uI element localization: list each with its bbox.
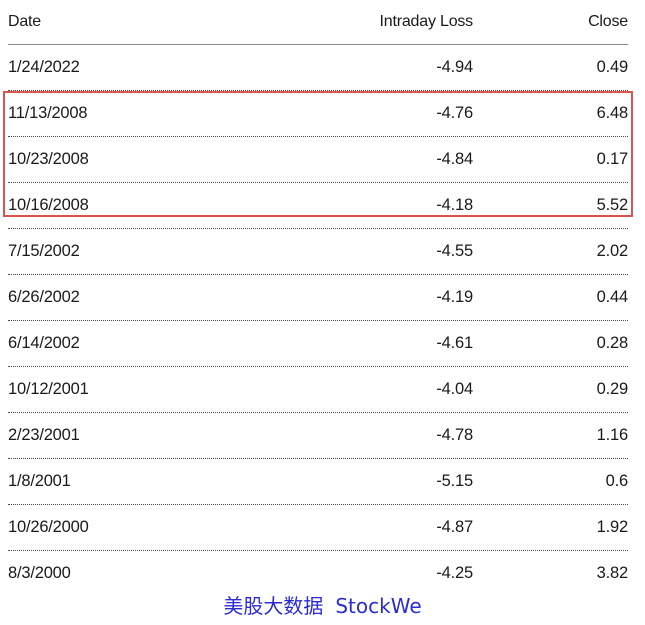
data-table: Date Intraday Loss Close 1/24/2022 -4.94… [8, 0, 628, 596]
table-row: 6/26/2002 -4.19 0.44 [8, 275, 628, 321]
table-row: 11/13/2008 -4.76 6.48 [8, 91, 628, 137]
table-header: Date Intraday Loss Close [8, 0, 628, 45]
cell-intraday-loss: -4.84 [436, 150, 473, 168]
cell-date: 10/16/2008 [8, 196, 89, 214]
cell-intraday-loss: -4.04 [436, 380, 473, 398]
column-header-close: Close [588, 13, 628, 30]
cell-date: 6/14/2002 [8, 334, 80, 352]
table-row: 1/24/2022 -4.94 0.49 [8, 45, 628, 91]
cell-date: 2/23/2001 [8, 426, 80, 444]
cell-intraday-loss: -4.78 [436, 426, 473, 444]
table-row: 10/26/2000 -4.87 1.92 [8, 505, 628, 551]
table-row: 7/15/2002 -4.55 2.02 [8, 229, 628, 275]
cell-intraday-loss: -4.87 [436, 518, 473, 536]
cell-close: 0.17 [596, 150, 629, 168]
cell-date: 7/15/2002 [8, 242, 80, 260]
table-row: 6/14/2002 -4.61 0.28 [8, 321, 628, 367]
cell-date: 11/13/2008 [8, 104, 88, 122]
cell-close: 0.6 [605, 472, 629, 490]
cell-intraday-loss: -4.55 [436, 242, 473, 260]
column-header-intraday-loss: Intraday Loss [379, 13, 474, 30]
cell-intraday-loss: -4.61 [436, 334, 473, 352]
watermark: 美股大数据 StockWe [0, 590, 645, 619]
cell-date: 10/12/2001 [8, 380, 89, 398]
cell-date: 1/24/2022 [8, 58, 80, 76]
column-header-date: Date [8, 13, 41, 30]
cell-intraday-loss: -5.15 [436, 472, 473, 490]
cell-intraday-loss: -4.19 [436, 288, 473, 306]
cell-close: 6.48 [596, 104, 629, 122]
cell-close: 2.02 [596, 242, 629, 260]
watermark-cn: 美股大数据 [223, 594, 324, 618]
cell-intraday-loss: -4.76 [436, 104, 473, 122]
cell-close: 1.92 [596, 518, 629, 536]
cell-close: 0.29 [596, 380, 629, 398]
cell-close: 1.16 [596, 426, 629, 444]
cell-intraday-loss: -4.18 [436, 196, 473, 214]
cell-close: 5.52 [596, 196, 629, 214]
cell-close: 0.28 [596, 334, 629, 352]
cell-date: 10/26/2000 [8, 518, 89, 536]
cell-date: 10/23/2008 [8, 150, 89, 168]
table-row: 10/16/2008 -4.18 5.52 [8, 183, 628, 229]
table-row: 10/23/2008 -4.84 0.17 [8, 137, 628, 183]
table-row: 1/8/2001 -5.15 0.6 [8, 459, 628, 505]
cell-date: 6/26/2002 [8, 288, 80, 306]
cell-close: 0.44 [596, 288, 629, 306]
cell-close: 0.49 [596, 58, 629, 76]
cell-intraday-loss: -4.94 [436, 58, 473, 76]
watermark-en: StockWe [335, 594, 422, 618]
table-row: 2/23/2001 -4.78 1.16 [8, 413, 628, 459]
cell-date: 1/8/2001 [8, 472, 71, 490]
table-row: 10/12/2001 -4.04 0.29 [8, 367, 628, 413]
